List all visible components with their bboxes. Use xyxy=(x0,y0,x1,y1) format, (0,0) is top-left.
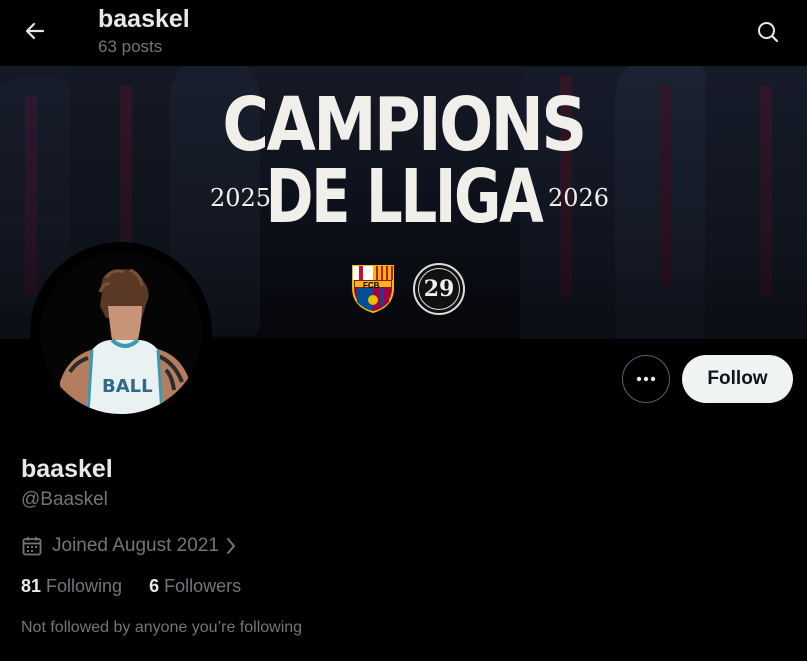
search-button[interactable] xyxy=(748,12,788,52)
joined-date[interactable]: Joined August 2021 xyxy=(21,532,237,560)
more-dots-icon xyxy=(636,376,656,382)
header-title-block: baaskel 63 posts xyxy=(98,4,190,58)
posts-count: 63 posts xyxy=(98,37,163,56)
avatar-photo: BALL xyxy=(40,252,202,414)
more-options-button[interactable] xyxy=(622,355,670,403)
top-bar: baaskel 63 posts xyxy=(0,0,807,66)
following-count: 81 xyxy=(21,576,42,596)
profile-page: baaskel 63 posts CAMPIONS DE LLIGA 2025 … xyxy=(0,0,807,661)
joined-label: Joined August 2021 xyxy=(52,535,219,556)
header-title: baaskel xyxy=(98,5,190,33)
followers-label: Followers xyxy=(164,576,242,596)
chevron-right-icon xyxy=(225,536,237,556)
banner-year-right: 2026 xyxy=(548,184,610,212)
back-button[interactable] xyxy=(16,12,54,50)
followers-link[interactable]: 6 Followers xyxy=(149,576,241,597)
handle: @Baaskel xyxy=(21,489,108,510)
followers-count: 6 xyxy=(149,576,160,596)
banner-headline-line2: DE LLIGA xyxy=(265,154,544,240)
calendar-icon xyxy=(22,537,42,556)
arrow-left-icon xyxy=(25,22,45,40)
avatar[interactable]: BALL xyxy=(30,242,212,424)
banner-year-left: 2025 xyxy=(210,184,272,212)
following-link[interactable]: 81 Following xyxy=(21,576,122,597)
following-label: Following xyxy=(46,576,123,596)
trophy-count-badge: 29 xyxy=(413,263,465,315)
badge-number: 29 xyxy=(418,268,460,310)
display-name: baaskel xyxy=(21,455,113,483)
crest-letters: FCB xyxy=(363,281,380,290)
search-icon xyxy=(758,22,779,43)
follow-button[interactable]: Follow xyxy=(682,355,793,403)
followed-by-note: Not followed by anyone you’re following xyxy=(21,619,303,636)
follow-stats: 81 Following 6 Followers xyxy=(21,576,241,597)
avatar-jersey-text: BALL xyxy=(102,376,153,397)
